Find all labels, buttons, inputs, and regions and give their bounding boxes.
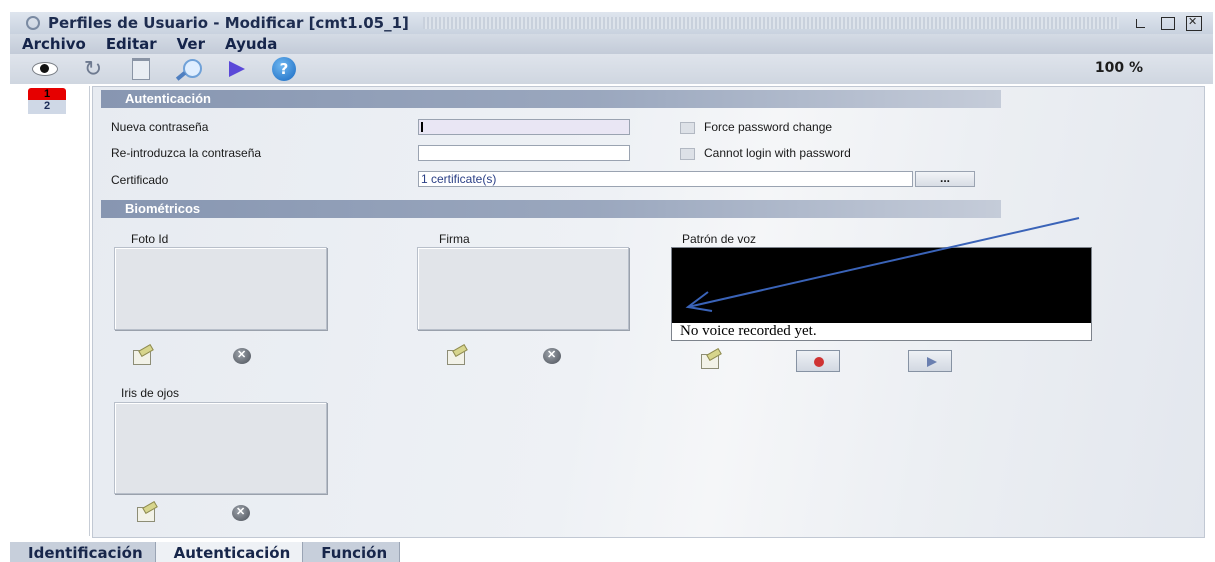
record-voice-button[interactable]: [796, 350, 840, 372]
iris-label: Iris de ojos: [121, 386, 180, 400]
reenter-password-field[interactable]: [418, 145, 630, 161]
voice-pattern-label: Patrón de voz: [682, 232, 757, 246]
play-voice-button[interactable]: [908, 350, 952, 372]
bottom-tab-bar: Identificación Autenticación Función: [10, 542, 1213, 562]
tab-identificacion[interactable]: Identificación: [10, 542, 156, 562]
record-icon: [814, 357, 824, 367]
side-tab-1[interactable]: 1: [28, 88, 66, 100]
main-panel: Autenticación Nueva contraseña Force pas…: [92, 86, 1205, 538]
photo-id-box[interactable]: [114, 247, 327, 330]
refresh-icon[interactable]: ↻: [80, 57, 106, 82]
title-bar-drag-area[interactable]: [422, 17, 1119, 29]
help-icon[interactable]: ?: [272, 57, 296, 81]
menu-ver[interactable]: Ver: [177, 35, 205, 53]
new-password-field[interactable]: [418, 119, 630, 135]
signature-label: Firma: [439, 232, 470, 246]
play-icon[interactable]: [224, 58, 250, 80]
view-icon[interactable]: [32, 58, 58, 80]
signature-box[interactable]: [417, 247, 629, 330]
new-password-label: Nueva contraseña: [111, 120, 209, 134]
side-tab-2[interactable]: 2: [28, 100, 66, 114]
iris-delete-icon[interactable]: [230, 504, 252, 522]
photo-delete-icon[interactable]: [231, 347, 253, 365]
reenter-password-label: Re-introduzca la contraseña: [111, 146, 262, 160]
menu-archivo[interactable]: Archivo: [22, 35, 86, 53]
force-password-change-label: Force password change: [704, 120, 833, 134]
signature-delete-icon[interactable]: [541, 347, 563, 365]
signature-edit-icon[interactable]: [445, 347, 467, 365]
tab-autenticacion[interactable]: Autenticación: [155, 542, 304, 562]
search-icon[interactable]: [176, 58, 202, 80]
force-password-change-checkbox[interactable]: [680, 122, 695, 134]
menu-editar[interactable]: Editar: [106, 35, 157, 53]
close-icon[interactable]: [1185, 15, 1203, 31]
biometrics-section-header: Biométricos: [101, 200, 1001, 218]
delete-icon[interactable]: [128, 58, 154, 80]
authentication-section-header: Autenticación: [101, 90, 1001, 108]
certificate-browse-button[interactable]: ...: [915, 171, 975, 187]
side-tab-strip: [18, 86, 90, 536]
maximize-icon[interactable]: [1159, 15, 1177, 31]
menu-bar: Archivo Editar Ver Ayuda: [10, 34, 1213, 54]
window-title: Perfiles de Usuario - Modificar [cmt1.05…: [48, 14, 409, 32]
voice-waveform-display: No voice recorded yet.: [671, 247, 1092, 341]
menu-ayuda[interactable]: Ayuda: [225, 35, 277, 53]
text-cursor: [421, 122, 423, 132]
tab-funcion[interactable]: Función: [303, 542, 401, 562]
iris-box[interactable]: [114, 402, 327, 494]
photo-edit-icon[interactable]: [131, 347, 153, 365]
title-bar: Perfiles de Usuario - Modificar [cmt1.05…: [10, 12, 1213, 34]
certificate-field[interactable]: 1 certificate(s): [418, 171, 913, 187]
cannot-login-checkbox[interactable]: [680, 148, 695, 160]
app-icon: [26, 16, 40, 30]
toolbar: ↻ ? 100 %: [10, 54, 1213, 84]
minimize-icon[interactable]: [1133, 15, 1151, 31]
play-icon: [927, 357, 937, 367]
cannot-login-label: Cannot login with password: [704, 146, 851, 160]
voice-edit-icon[interactable]: [699, 351, 721, 369]
voice-status-text: No voice recorded yet.: [672, 323, 1091, 340]
certificate-label: Certificado: [111, 173, 169, 187]
photo-id-label: Foto Id: [131, 232, 169, 246]
zoom-level: 100 %: [1094, 60, 1143, 76]
iris-edit-icon[interactable]: [135, 504, 157, 522]
